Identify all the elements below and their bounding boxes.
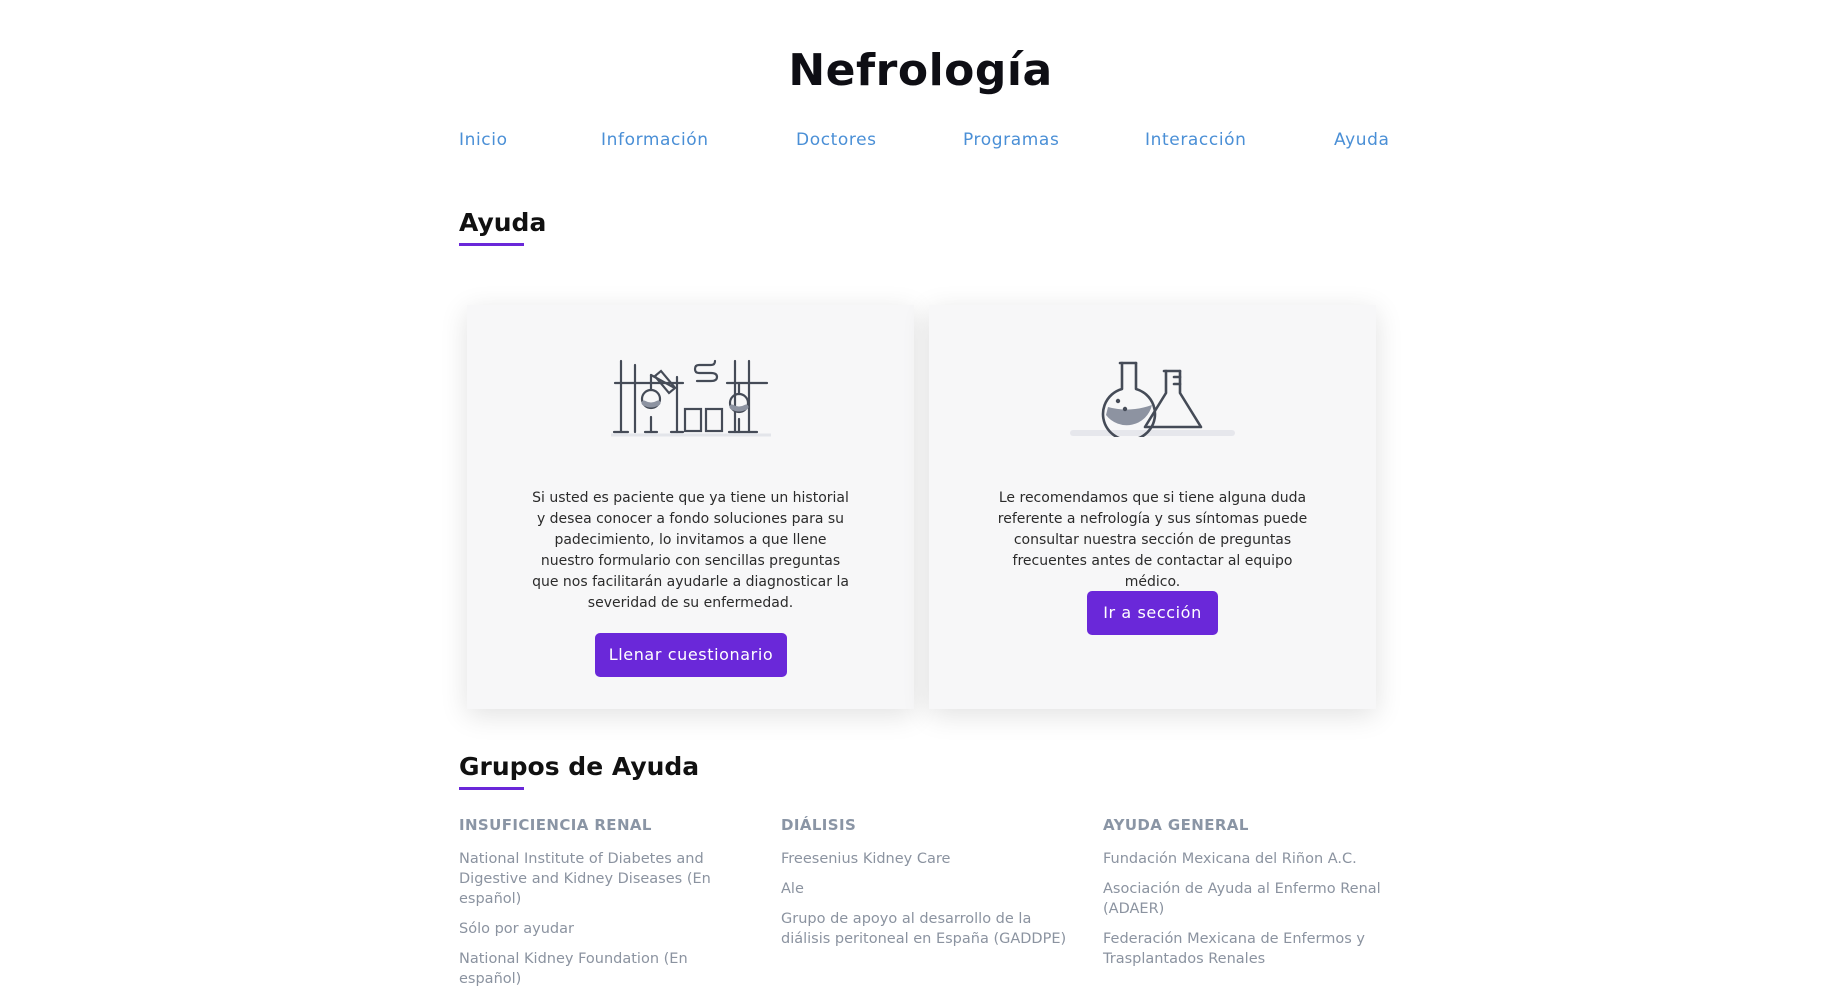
nav-informacion[interactable]: Información: [601, 130, 709, 150]
site-title: Nefrología: [788, 45, 1053, 96]
group-link[interactable]: National Institute of Diabetes and Diges…: [459, 849, 749, 909]
page: Nefrología Inicio Información Doctores P…: [0, 0, 1841, 987]
group-link[interactable]: Fundación Mexicana del Riñon A.C.: [1103, 849, 1393, 869]
nav-inicio[interactable]: Inicio: [459, 130, 508, 150]
nav-doctores[interactable]: Doctores: [796, 130, 877, 150]
groups-section-title: Grupos de Ayuda: [459, 752, 700, 781]
group-link[interactable]: Freesenius Kidney Care: [781, 849, 1071, 869]
nav-ayuda[interactable]: Ayuda: [1334, 130, 1390, 150]
group-link[interactable]: Grupo de apoyo al desarrollo de la diáli…: [781, 909, 1071, 949]
questionnaire-description: Si usted es paciente que ya tiene un his…: [532, 490, 849, 611]
nav-programas[interactable]: Programas: [963, 130, 1059, 150]
faq-card: Le recomendamos que si tiene alguna duda…: [929, 305, 1376, 709]
group-heading-renal: INSUFICIENCIA RENAL: [459, 816, 652, 834]
group-link[interactable]: Federación Mexicana de Enfermos y Traspl…: [1103, 929, 1393, 969]
group-heading-dialisis: DIÁLISIS: [781, 816, 857, 834]
nav-interaccion[interactable]: Interacción: [1145, 130, 1247, 150]
group-column-dialisis: DIÁLISIS Freesenius Kidney Care Ale Grup…: [781, 816, 1071, 959]
lab-equipment-icon: [467, 357, 914, 441]
group-column-general: AYUDA GENERAL Fundación Mexicana del Riñ…: [1103, 816, 1393, 979]
help-title-underline: [459, 243, 524, 246]
group-link[interactable]: National Kidney Foundation (En español): [459, 949, 749, 989]
faq-description: Le recomendamos que si tiene alguna duda…: [997, 490, 1308, 590]
group-link[interactable]: Sólo por ayudar: [459, 919, 749, 939]
group-column-renal: INSUFICIENCIA RENAL National Institute o…: [459, 816, 749, 999]
group-link[interactable]: Ale: [781, 879, 1071, 899]
help-section-title: Ayuda: [459, 208, 547, 237]
fill-questionnaire-button[interactable]: Llenar cuestionario: [595, 633, 787, 677]
group-heading-general: AYUDA GENERAL: [1103, 816, 1249, 834]
flasks-icon: [929, 357, 1376, 442]
main-nav: Inicio Información Doctores Programas In…: [0, 130, 1841, 154]
questionnaire-card: Si usted es paciente que ya tiene un his…: [467, 305, 914, 709]
groups-title-underline: [459, 787, 524, 790]
group-link[interactable]: Asociación de Ayuda al Enfermo Renal (AD…: [1103, 879, 1393, 919]
go-to-section-button[interactable]: Ir a sección: [1087, 591, 1218, 635]
